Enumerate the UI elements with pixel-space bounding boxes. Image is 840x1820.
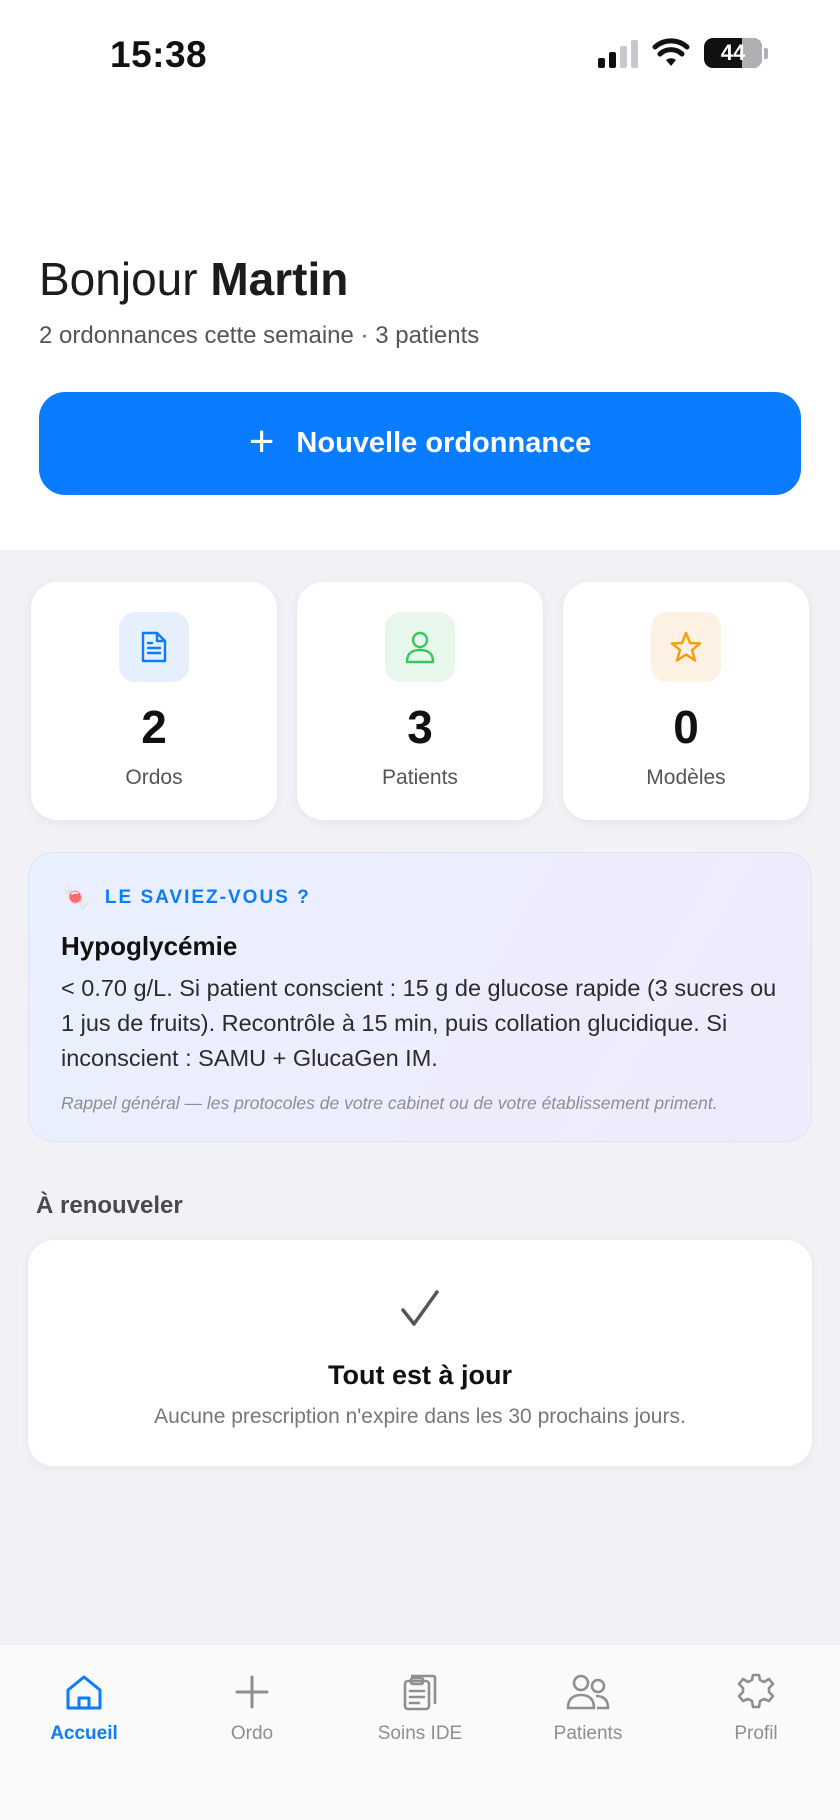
tip-kicker: LE SAVIEZ-VOUS ? xyxy=(104,886,311,908)
checkmark-icon xyxy=(401,1290,439,1326)
wifi-icon xyxy=(652,38,690,66)
tab-label: Patients xyxy=(553,1723,623,1744)
cellular-signal-icon xyxy=(598,38,638,68)
people-icon xyxy=(504,1665,672,1719)
tip-body: < 0.70 g/L. Si patient conscient : 15 g … xyxy=(61,975,777,1071)
tab-label: Accueil xyxy=(50,1723,118,1744)
header-subtitle: 2 ordonnances cette semaine · 3 patients xyxy=(39,322,480,349)
status-time: 15:38 xyxy=(110,34,208,75)
clipboard-icon xyxy=(336,1665,504,1719)
battery-level: 44 xyxy=(720,40,746,65)
stat-value: 3 xyxy=(407,701,433,753)
battery-tip xyxy=(764,47,768,59)
new-prescription-label: Nouvelle ordonnance xyxy=(296,427,592,459)
stat-value: 0 xyxy=(673,701,699,753)
gear-icon xyxy=(672,1665,840,1719)
tab-label: Ordo xyxy=(230,1723,274,1744)
tab-bar: Accueil Ordo Soins IDE Patients Profil xyxy=(0,1644,840,1820)
tab-ordo[interactable]: Ordo xyxy=(168,1665,336,1765)
home-icon xyxy=(0,1665,168,1719)
stat-label: Patients xyxy=(382,766,458,789)
person-icon xyxy=(385,612,455,682)
tab-soins-ide[interactable]: Soins IDE xyxy=(336,1665,504,1765)
candy-icon: 🍬 xyxy=(61,884,91,911)
renew-section-title: À renouveler xyxy=(36,1192,183,1219)
tab-label: Soins IDE xyxy=(377,1723,463,1744)
greeting-prefix: Bonjour xyxy=(39,253,198,305)
tab-accueil[interactable]: Accueil xyxy=(0,1665,168,1765)
header: Bonjour Martin 2 ordonnances cette semai… xyxy=(0,112,840,550)
renew-title: Tout est à jour xyxy=(327,1360,512,1390)
renew-card: Tout est à jour Aucune prescription n'ex… xyxy=(28,1240,812,1466)
renew-subtitle: Aucune prescription n'expire dans les 30… xyxy=(154,1405,686,1428)
tip-title: Hypoglycémie xyxy=(61,931,238,961)
tip-note: Rappel général — les protocoles de votre… xyxy=(61,1093,718,1113)
stat-card-models[interactable]: 0 Modèles xyxy=(563,582,809,820)
stat-label: Ordos xyxy=(125,766,183,789)
star-icon xyxy=(651,612,721,682)
tab-patients[interactable]: Patients xyxy=(504,1665,672,1765)
plus-icon xyxy=(168,1665,336,1719)
document-icon xyxy=(119,612,189,682)
tab-profil[interactable]: Profil xyxy=(672,1665,840,1765)
tip-card: 🍬 LE SAVIEZ-VOUS ? Hypoglycémie < 0.70 g… xyxy=(28,852,812,1142)
main-content: 2 Ordos 3 Patients 0 Modèles 🍬 LE SAVIEZ… xyxy=(0,550,840,1644)
stat-value: 2 xyxy=(141,701,167,753)
user-name: Martin xyxy=(210,253,349,305)
battery-icon: 44 xyxy=(704,38,762,68)
greeting: Bonjour Martin xyxy=(39,252,348,306)
stat-card-ordos[interactable]: 2 Ordos xyxy=(31,582,277,820)
status-indicators: 44 xyxy=(598,38,768,68)
status-bar: 15:38 44 xyxy=(0,0,840,112)
new-prescription-button[interactable]: + Nouvelle ordonnance xyxy=(39,392,801,495)
plus-icon: + xyxy=(248,416,275,466)
tip-header: 🍬 LE SAVIEZ-VOUS ? xyxy=(61,883,311,912)
stat-label: Modèles xyxy=(646,766,726,789)
stat-card-patients[interactable]: 3 Patients xyxy=(297,582,543,820)
tab-label: Profil xyxy=(734,1723,778,1744)
